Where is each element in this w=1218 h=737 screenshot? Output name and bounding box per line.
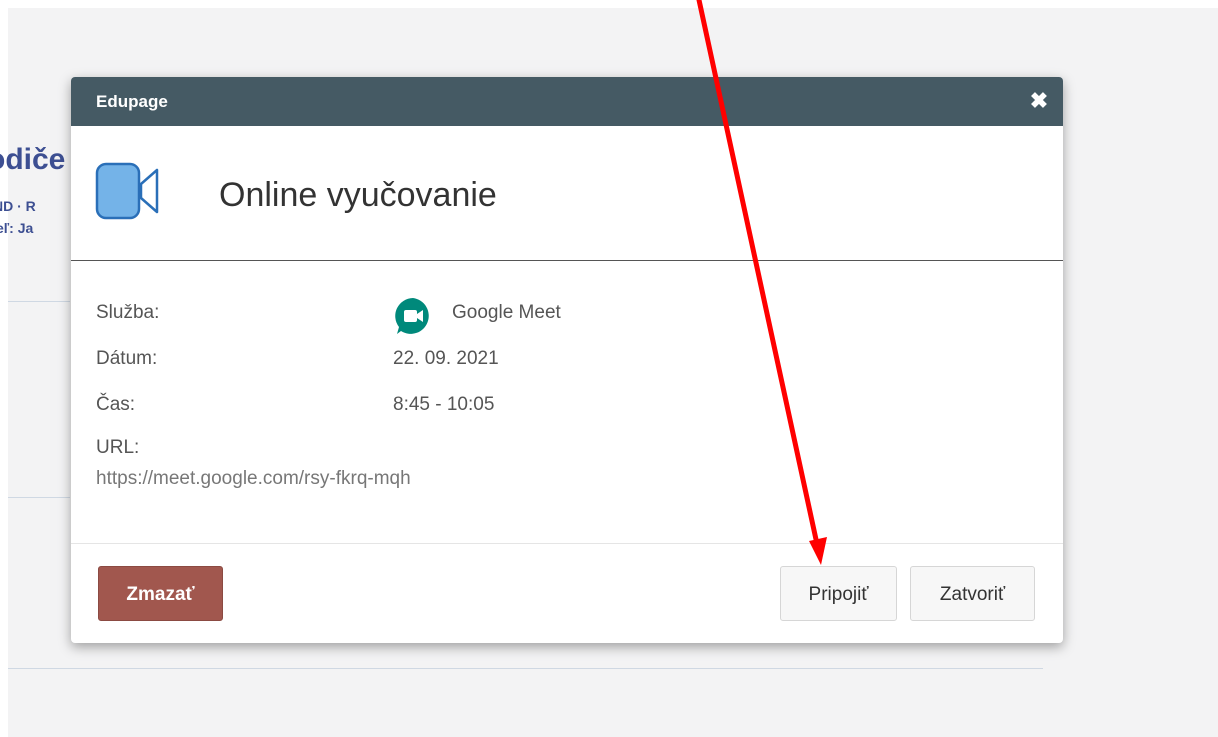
video-camera-icon [95, 162, 159, 220]
date-row: Dátum: 22. 09. 2021 [96, 345, 1036, 391]
dialog-header: Edupage ✖ [71, 77, 1063, 126]
time-label: Čas: [96, 394, 136, 415]
background-subtitle: ND · R [0, 198, 36, 214]
url-label: URL: [96, 437, 140, 458]
background-divider [8, 301, 70, 302]
online-lesson-dialog: Edupage ✖ Online vyučovanie Služba: Goog… [71, 77, 1063, 643]
time-row: Čas: 8:45 - 10:05 [96, 391, 1036, 437]
connect-button[interactable]: Pripojiť [780, 566, 897, 621]
background-teacher: eľ: Ja [0, 220, 34, 236]
google-meet-icon [395, 298, 429, 334]
dialog-footer: Zmazať Pripojiť Zatvoriť [71, 543, 1063, 643]
dialog-heading: Online vyučovanie [219, 176, 497, 214]
time-value: 8:45 - 10:05 [393, 394, 495, 415]
close-button[interactable]: Zatvoriť [910, 566, 1035, 621]
background-divider [8, 497, 70, 498]
service-value: Google Meet [452, 302, 561, 323]
date-label: Dátum: [96, 348, 158, 369]
dialog-hero: Online vyučovanie [71, 126, 1063, 261]
date-value: 22. 09. 2021 [393, 348, 499, 369]
service-label: Služba: [96, 302, 160, 323]
service-row: Služba: Google Meet [96, 298, 1036, 345]
lesson-details: Služba: Google Meet Dátum: 22. 09. 2021 … [96, 298, 1036, 489]
delete-button[interactable]: Zmazať [98, 566, 223, 621]
dialog-title: Edupage [96, 92, 168, 111]
background-divider [8, 668, 1043, 669]
background-heading: odiče [0, 143, 66, 176]
close-icon[interactable]: ✖ [1027, 89, 1051, 113]
url-link[interactable]: https://meet.google.com/rsy-fkrq-mqh [96, 468, 411, 490]
